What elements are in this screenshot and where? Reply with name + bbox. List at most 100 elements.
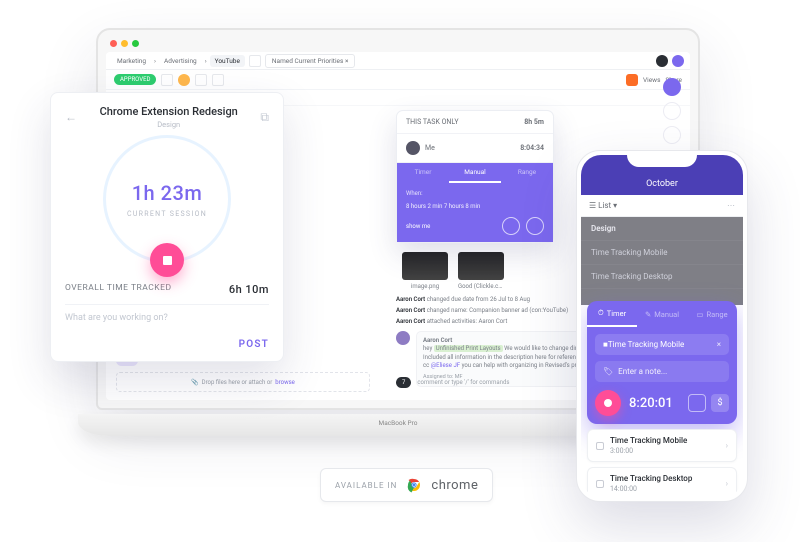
- tab-manual[interactable]: Manual: [449, 163, 501, 183]
- attachments: image.png Good (Clickle.com…: [402, 252, 504, 290]
- comment-author: Aaron Cort: [423, 337, 452, 344]
- phone-notch: [627, 151, 697, 167]
- search-button[interactable]: [656, 55, 668, 67]
- session-time: 1h 23m: [132, 181, 203, 205]
- checkbox[interactable]: [596, 442, 604, 450]
- when-label: When:: [406, 190, 423, 197]
- laptop-model-label: MacBook Pro: [379, 419, 418, 427]
- tab-timer[interactable]: ⏱Timer: [587, 301, 637, 327]
- breadcrumb-item[interactable]: Advertising: [159, 55, 202, 67]
- stop-timer-button[interactable]: [150, 243, 184, 277]
- record-icon: [604, 399, 612, 407]
- tab-bar: Marketing › Advertising › YouTube Named …: [106, 52, 690, 70]
- paperclip-icon: 📎: [191, 379, 198, 386]
- view-selector[interactable]: ☰ List ▾: [589, 201, 617, 210]
- badge-name: chrome: [431, 478, 478, 493]
- next-status-button[interactable]: [161, 74, 173, 86]
- chrome-store-badge[interactable]: AVAILABLE IN chrome: [320, 468, 493, 502]
- breadcrumb-item[interactable]: Marketing: [112, 55, 151, 67]
- phone-mockup: October ☰ List ▾ ⋯ Design Time Tracking …: [576, 150, 748, 502]
- filter-chip[interactable]: Named Current Priorities ×: [265, 54, 356, 68]
- avatar: [406, 141, 420, 155]
- attachment-name: Good (Clickle.com…: [458, 283, 504, 290]
- minimize-icon[interactable]: [121, 40, 128, 47]
- checkbox[interactable]: [596, 480, 604, 488]
- macos-window-controls[interactable]: [110, 40, 139, 47]
- note-input[interactable]: What are you working on?: [65, 304, 269, 323]
- image-icon: [458, 252, 504, 280]
- rail-button[interactable]: [663, 102, 681, 120]
- tab-range[interactable]: Range: [501, 163, 553, 183]
- running-timer: 8:20:01: [629, 396, 673, 411]
- status-pill[interactable]: APPROVED: [114, 74, 156, 85]
- close-icon[interactable]: ×: [717, 340, 721, 349]
- tab-manual[interactable]: ✎Manual: [637, 301, 687, 327]
- attachment-name: image.png: [402, 283, 448, 290]
- dropzone-text: Drop files here or attach or: [202, 379, 273, 386]
- reset-button[interactable]: [502, 217, 520, 235]
- close-icon[interactable]: [110, 40, 117, 47]
- attachment-dropzone[interactable]: 📎 Drop files here or attach or browse: [116, 372, 370, 392]
- attachment-thumb[interactable]: Good (Clickle.com…: [458, 252, 504, 290]
- reset-button[interactable]: [688, 394, 706, 412]
- avatar: [396, 331, 410, 345]
- popover-user: Me: [425, 144, 515, 152]
- billable-button[interactable]: $: [711, 394, 729, 412]
- rail-button[interactable]: [663, 126, 681, 144]
- assignee-avatar[interactable]: [178, 74, 190, 86]
- list-item[interactable]: Time Tracking Mobile: [581, 241, 743, 265]
- group-header[interactable]: Design: [581, 217, 743, 241]
- popover-scope-label: THIS TASK ONLY: [406, 118, 459, 126]
- selected-task-chip[interactable]: ■ Time Tracking Mobile ×: [595, 334, 729, 355]
- time-entry[interactable]: Time Tracking Mobile 3:00:00 ›: [587, 429, 737, 462]
- chevron-right-icon: ›: [726, 441, 728, 450]
- save-button[interactable]: [526, 217, 544, 235]
- phone-title[interactable]: October: [646, 179, 678, 189]
- phone-dimmed-list: Design Time Tracking Mobile Time Trackin…: [581, 217, 743, 305]
- timer-dial: 1h 23m CURRENT SESSION: [103, 135, 231, 263]
- note-placeholder: Enter a note...: [618, 367, 667, 376]
- priority-button[interactable]: [195, 74, 207, 86]
- popover-tabs: Timer Manual Range: [397, 163, 553, 183]
- task-toolbar: APPROVED Views Share: [106, 70, 690, 90]
- widget-subtitle: Design: [85, 120, 252, 129]
- note-input[interactable]: 🏷 Enter a note...: [595, 361, 729, 382]
- notifications-button[interactable]: [672, 55, 684, 67]
- timer-sheet: ⏱Timer ✎Manual ▭Range ■ Time Tracking Mo…: [587, 301, 737, 424]
- gitlab-icon[interactable]: [626, 74, 638, 86]
- filter-icon[interactable]: ⋯: [727, 201, 735, 210]
- rail-record-button[interactable]: [663, 78, 681, 96]
- image-icon: [402, 252, 448, 280]
- entry-time: 3:00:00: [610, 447, 720, 455]
- breadcrumb[interactable]: Marketing › Advertising › YouTube: [112, 55, 245, 67]
- attachment-thumb[interactable]: image.png: [402, 252, 448, 290]
- time-range-input[interactable]: 8 hours 2 min 7 hours 8 min: [406, 203, 544, 210]
- mention[interactable]: @Eliese JF: [431, 362, 460, 369]
- tab-timer[interactable]: Timer: [397, 163, 449, 183]
- tab-range[interactable]: ▭Range: [687, 301, 737, 327]
- browse-link[interactable]: browse: [275, 379, 295, 386]
- chevron-right-icon: ›: [205, 57, 207, 65]
- back-button[interactable]: ←: [65, 110, 77, 124]
- add-tab-button[interactable]: [249, 55, 261, 67]
- popover-total-time: 8h 5m: [524, 118, 544, 126]
- post-button[interactable]: POST: [65, 339, 269, 350]
- chrome-icon: [405, 476, 423, 494]
- list-item[interactable]: Time Tracking Desktop: [581, 265, 743, 289]
- record-button[interactable]: [595, 390, 621, 416]
- entry-time: 14:00:00: [610, 485, 720, 493]
- open-external-icon[interactable]: ⧉: [260, 110, 269, 125]
- time-entry[interactable]: Time Tracking Desktop 14:00:00 ›: [587, 467, 737, 497]
- comment-count-badge[interactable]: 7: [396, 377, 411, 388]
- maximize-icon[interactable]: [132, 40, 139, 47]
- phone-view-bar: ☰ List ▾ ⋯: [581, 195, 743, 217]
- show-me-link[interactable]: show me: [406, 223, 430, 230]
- sheet-tabs: ⏱Timer ✎Manual ▭Range: [587, 301, 737, 327]
- highlight-chip[interactable]: Unfinished Print Layouts: [434, 345, 503, 352]
- filter-chip-label: Named Current Priorities: [272, 57, 343, 65]
- close-icon[interactable]: ×: [345, 57, 348, 65]
- breadcrumb-item-active[interactable]: YouTube: [210, 55, 245, 67]
- chevron-right-icon: ›: [154, 57, 156, 65]
- tag-icon: 🏷: [603, 367, 613, 376]
- more-button[interactable]: [212, 74, 224, 86]
